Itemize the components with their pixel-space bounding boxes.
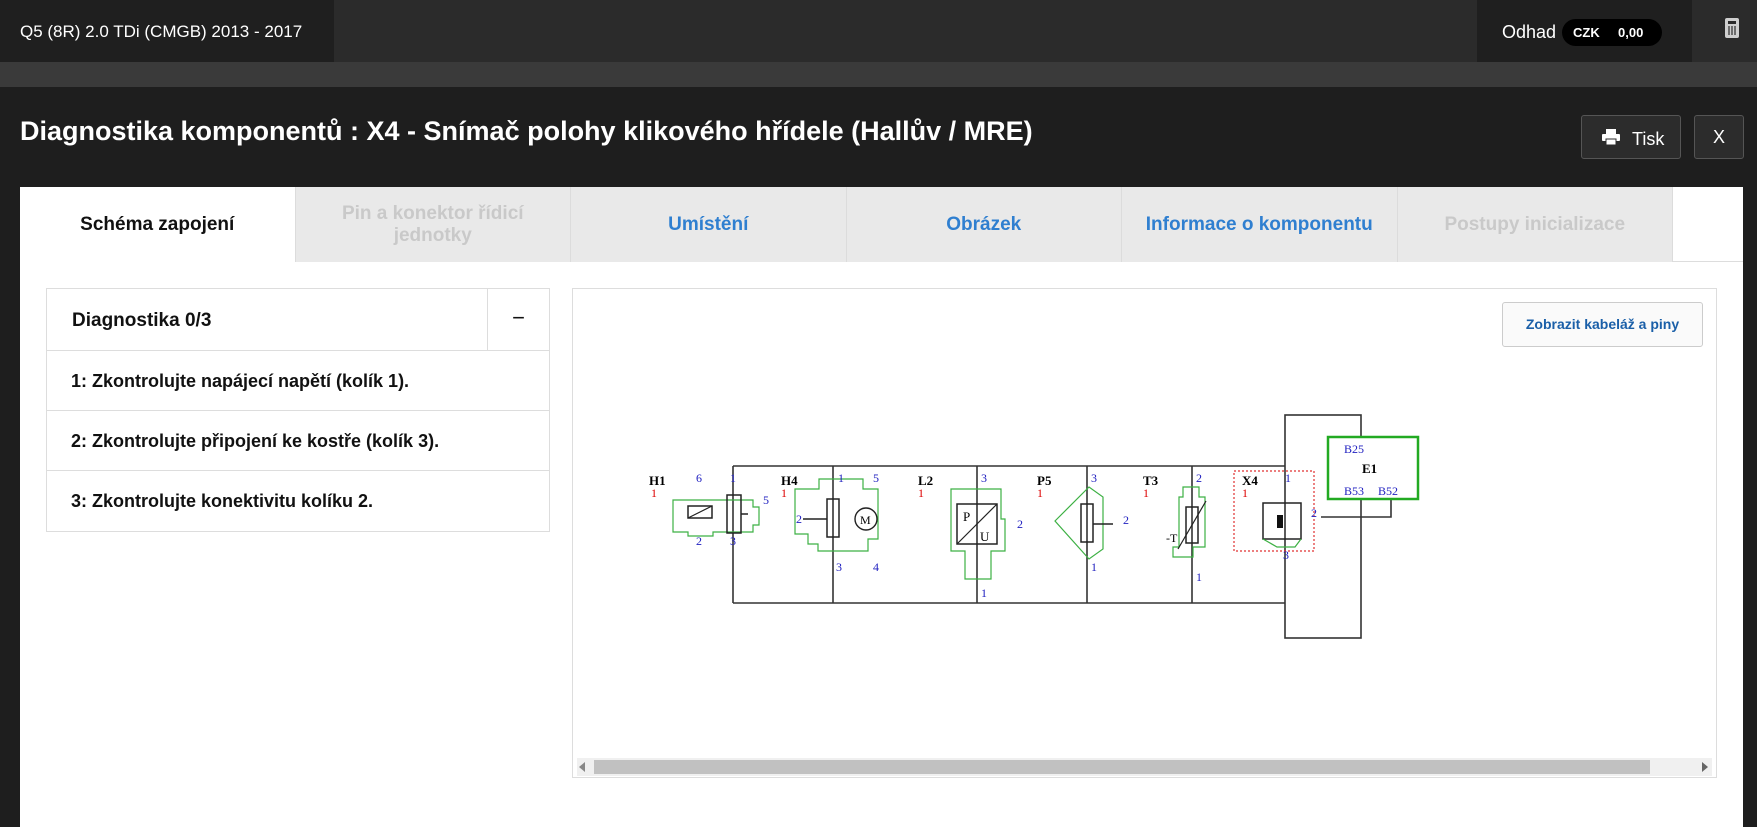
svg-text:2: 2 <box>1196 471 1202 485</box>
svg-text:2: 2 <box>1123 513 1129 527</box>
svg-text:2: 2 <box>696 534 702 548</box>
svg-text:1: 1 <box>1037 486 1043 500</box>
svg-text:B25: B25 <box>1344 442 1364 456</box>
tab-image[interactable]: Obrázek <box>846 187 1122 262</box>
motor-label: M <box>860 513 871 527</box>
svg-text:2: 2 <box>1311 506 1317 520</box>
svg-text:1: 1 <box>981 586 987 600</box>
svg-text:1: 1 <box>1143 486 1149 500</box>
show-wiring-pins-button[interactable]: Zobrazit kabeláž a piny <box>1502 302 1703 347</box>
svg-text:5: 5 <box>763 493 769 507</box>
printer-icon <box>1602 129 1620 145</box>
print-button[interactable]: Tisk <box>1581 115 1681 159</box>
tab-ecu-pin-connector[interactable]: Pin a konektor řídicí jednotky <box>295 187 571 262</box>
estimate-amount: 0,00 <box>1618 25 1644 40</box>
horizontal-scrollbar[interactable] <box>577 758 1712 776</box>
svg-text:P: P <box>963 509 970 524</box>
svg-text:2: 2 <box>796 512 802 526</box>
svg-text:1: 1 <box>1285 471 1291 485</box>
diagnostics-title: Diagnostika 0/3 <box>72 310 212 331</box>
svg-text:U: U <box>980 529 990 544</box>
diagnostic-step-3[interactable]: 3: Zkontrolujte konektivitu kolíku 2. <box>47 471 549 531</box>
component-t3[interactable]: -T T3 1 2 1 <box>1143 471 1207 584</box>
vehicle-label: Q5 (8R) 2.0 TDi (CMGB) 2013 - 2017 <box>20 22 303 41</box>
modal-title: Diagnostika komponentů : X4 - Snímač pol… <box>20 116 1033 146</box>
collapse-button[interactable]: − <box>487 289 549 350</box>
component-l2[interactable]: P U L2 1 3 2 1 <box>918 471 1023 600</box>
scrollbar-thumb[interactable] <box>594 760 1650 774</box>
tab-bar: Schéma zapojení Pin a konektor řídicí je… <box>20 187 1743 262</box>
diagnostic-step-2[interactable]: 2: Zkontrolujte připojení ke kostře (kol… <box>47 411 549 471</box>
tab-location[interactable]: Umístění <box>571 187 847 262</box>
svg-text:1: 1 <box>918 486 924 500</box>
component-p5[interactable]: P5 1 3 2 1 <box>1037 471 1129 574</box>
diagnostic-step-1[interactable]: 1: Zkontrolujte napájecí napětí (kolík 1… <box>47 351 549 411</box>
print-label: Tisk <box>1632 129 1665 149</box>
svg-text:2: 2 <box>1017 517 1023 531</box>
currency-code: CZK <box>1573 25 1600 40</box>
svg-text:1: 1 <box>1242 486 1248 500</box>
sub-bar <box>0 62 1757 87</box>
svg-text:5: 5 <box>873 471 879 485</box>
diagnostics-list: Diagnostika 0/3 − 1: Zkontrolujte napáje… <box>46 288 550 532</box>
component-x4[interactable]: X4 1 1 2 3 <box>1233 470 1317 562</box>
component-h4[interactable]: M H4 1 1 5 2 3 4 <box>781 471 879 574</box>
svg-text:B52: B52 <box>1378 484 1398 498</box>
calculator-icon[interactable] <box>1725 18 1739 38</box>
scroll-right-arrow-icon[interactable] <box>1702 762 1708 772</box>
svg-text:1: 1 <box>730 471 736 485</box>
top-bar: Q5 (8R) 2.0 TDi (CMGB) 2013 - 2017 Odhad… <box>0 0 1757 62</box>
svg-text:B53: B53 <box>1344 484 1364 498</box>
close-button[interactable]: X <box>1694 115 1744 159</box>
tab-wiring-diagram[interactable]: Schéma zapojení <box>20 187 296 262</box>
svg-text:3: 3 <box>981 471 987 485</box>
scroll-left-arrow-icon[interactable] <box>579 762 585 772</box>
component-h1[interactable]: H1 1 6 1 5 2 3 <box>649 471 769 548</box>
estimate-label: Odhad <box>1502 22 1557 42</box>
vehicle-selector[interactable]: Q5 (8R) 2.0 TDi (CMGB) 2013 - 2017 <box>0 0 334 62</box>
tab-initialization[interactable]: Postupy inicializace <box>1397 187 1673 262</box>
component-panel: Schéma zapojení Pin a konektor řídicí je… <box>20 187 1743 827</box>
svg-text:-T: -T <box>1166 531 1178 545</box>
ecu-label: E1 <box>1362 461 1377 476</box>
schematic-viewer[interactable]: H1 1 6 1 5 2 3 M H4 1 1 5 2 3 4 P U L2 1… <box>572 288 1717 778</box>
estimate-amount-badge: CZK 0,00 <box>1562 19 1662 46</box>
svg-text:1: 1 <box>781 486 787 500</box>
svg-text:3: 3 <box>1091 471 1097 485</box>
svg-text:1: 1 <box>651 486 657 500</box>
svg-text:6: 6 <box>696 471 702 485</box>
svg-text:4: 4 <box>873 560 879 574</box>
svg-text:3: 3 <box>1283 548 1289 562</box>
ecu-e1[interactable]: B25 E1 B53 B52 <box>1326 435 1420 501</box>
wiring-schematic: H1 1 6 1 5 2 3 M H4 1 1 5 2 3 4 P U L2 1… <box>649 414 1420 639</box>
svg-text:3: 3 <box>730 534 736 548</box>
tab-component-info[interactable]: Informace o komponentu <box>1122 187 1398 262</box>
svg-text:1: 1 <box>838 471 844 485</box>
svg-text:1: 1 <box>1196 570 1202 584</box>
diagnostics-header: Diagnostika 0/3 − <box>47 289 549 351</box>
svg-text:1: 1 <box>1091 560 1097 574</box>
svg-text:3: 3 <box>836 560 842 574</box>
estimate-widget[interactable]: Odhad CZK 0,00 <box>1477 0 1692 62</box>
